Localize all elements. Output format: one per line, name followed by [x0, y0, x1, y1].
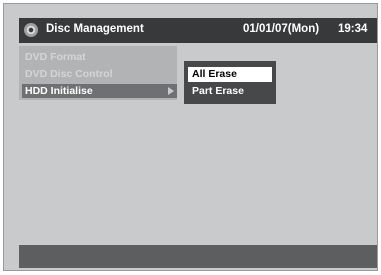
disc-icon [24, 23, 38, 37]
page-title: Disc Management [46, 23, 144, 35]
submenu-item-part-erase[interactable]: Part Erase [188, 84, 272, 99]
arrow-right-icon [168, 87, 174, 95]
submenu-item-all-erase[interactable]: All Erase [188, 67, 272, 82]
date-display: 01/01/07(Mon) [243, 23, 320, 35]
time-display: 19:34 [338, 23, 368, 35]
menu-item-label: HDD Initialise [25, 85, 93, 97]
menu-item-dvd-format: DVD Format [25, 51, 86, 63]
main-menu: DVD Format DVD Disc Control HDD Initiali… [19, 46, 177, 100]
submenu: All Erase Part Erase [184, 61, 276, 104]
osd-screen: Disc Management 01/01/07(Mon) 19:34 DVD … [3, 3, 378, 271]
footer-bar [19, 245, 377, 268]
menu-item-dvd-disc-control: DVD Disc Control [25, 68, 113, 80]
menu-item-hdd-initialise[interactable]: HDD Initialise [22, 84, 177, 98]
header-bar: Disc Management 01/01/07(Mon) 19:34 [19, 18, 377, 43]
